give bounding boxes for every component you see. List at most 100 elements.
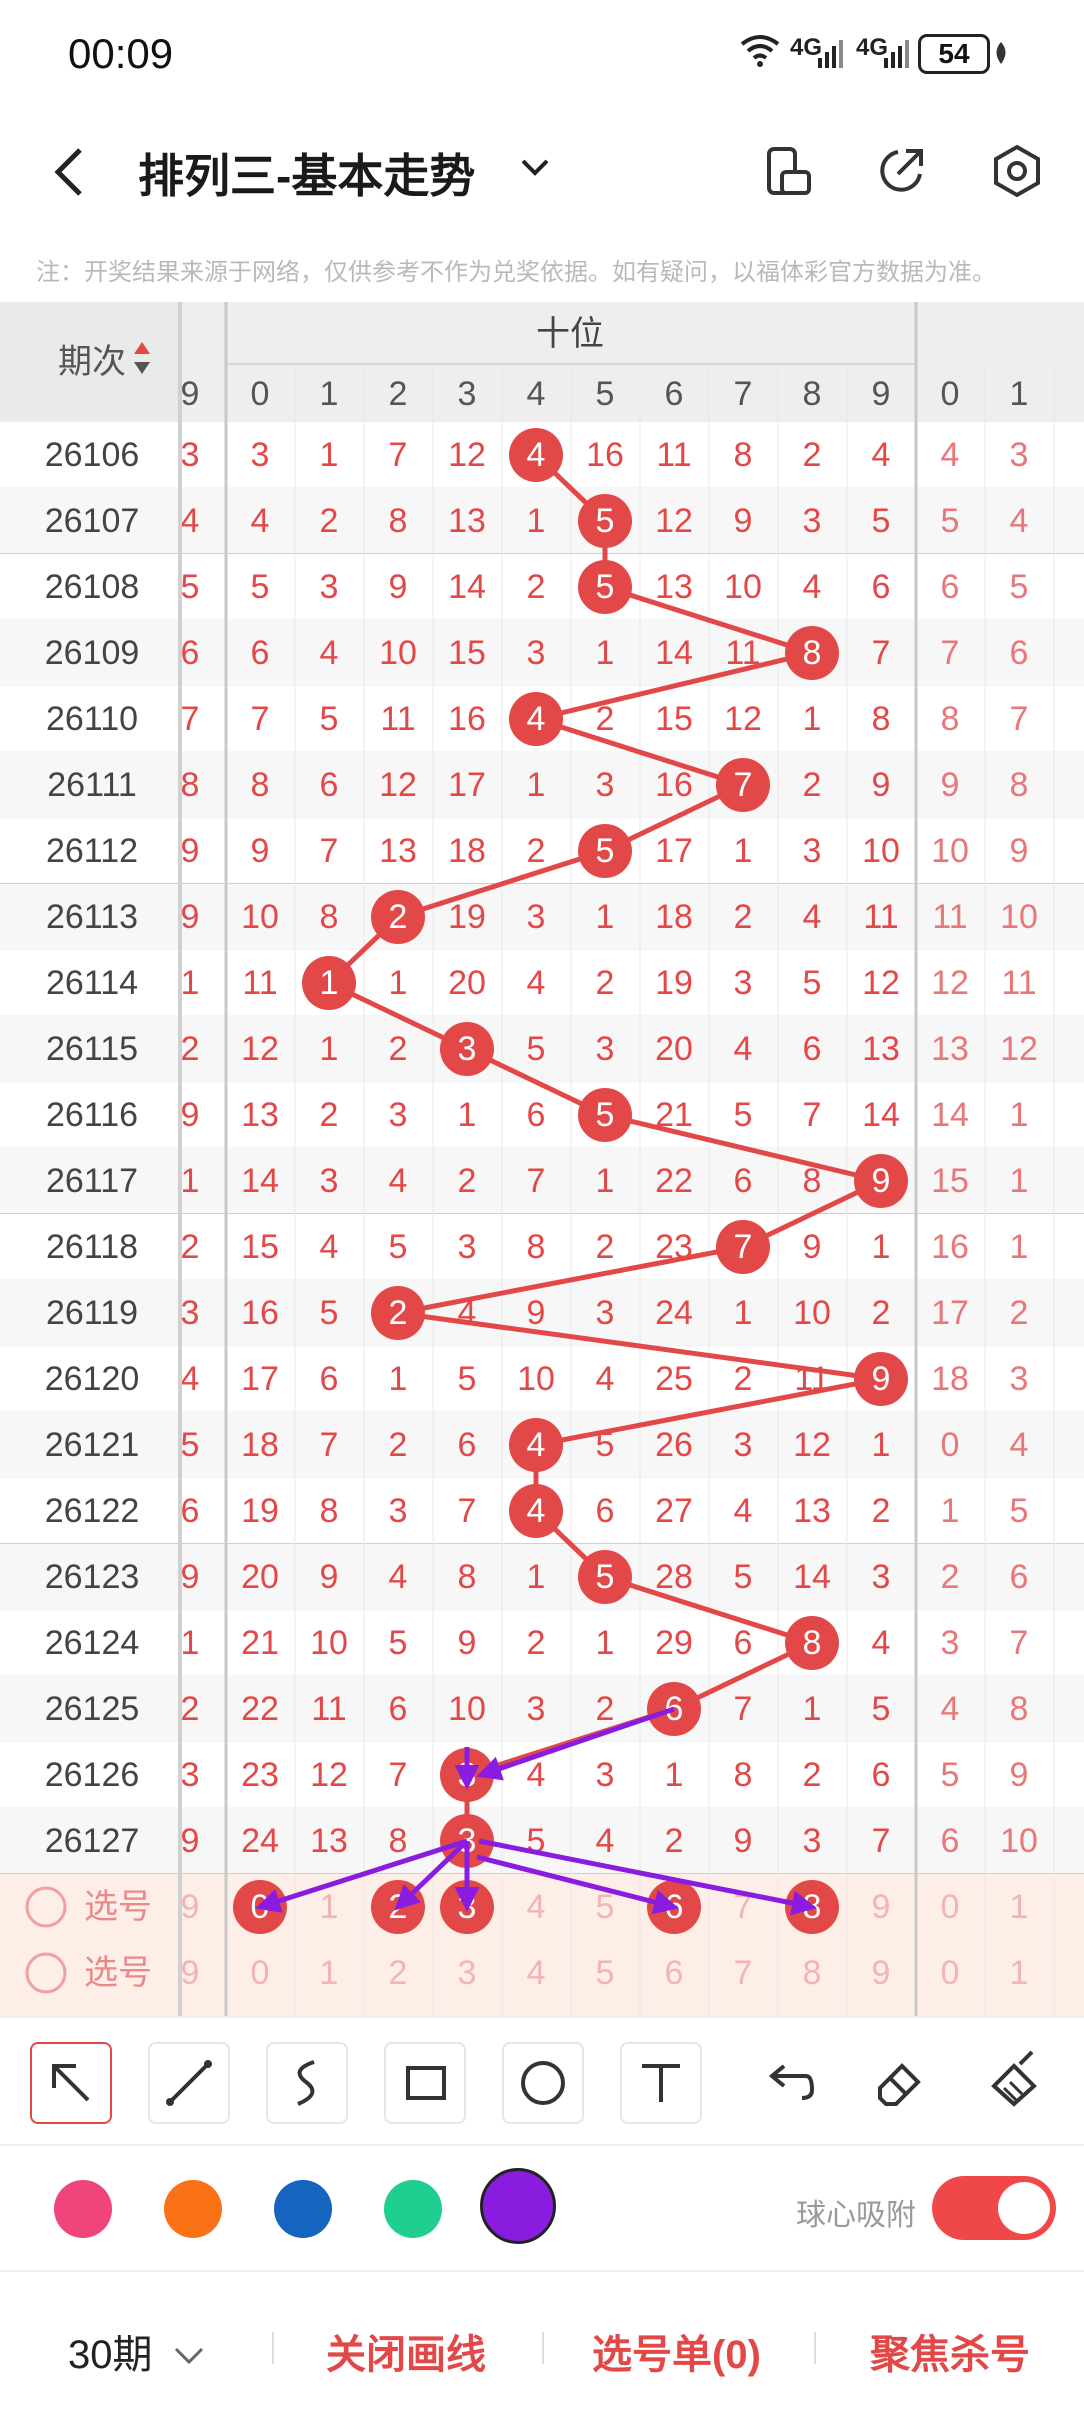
- table-cell: 14: [931, 1096, 969, 1134]
- rectangle-tool-button[interactable]: [384, 2042, 466, 2124]
- chevron-down-icon[interactable]: [520, 158, 550, 183]
- settings-icon[interactable]: [992, 144, 1042, 203]
- hit-ball: 8: [785, 626, 839, 680]
- select-cell: 1: [1010, 1954, 1029, 1992]
- color-swatch-purple-selected[interactable]: [480, 2168, 556, 2244]
- table-cell: 9: [1010, 1756, 1029, 1794]
- table-cell: 18: [241, 1426, 279, 1464]
- table-cell: 10: [931, 832, 969, 870]
- hit-ball-number: 2: [389, 1294, 408, 1332]
- table-cell: 1: [872, 1228, 891, 1266]
- table-cell: 6: [251, 634, 270, 672]
- eraser-icon[interactable]: [860, 2042, 938, 2120]
- table-cell: 6: [527, 1096, 546, 1134]
- table-cell: 1: [1010, 1162, 1029, 1200]
- table-cell: 1: [181, 1624, 200, 1662]
- line-tool-button[interactable]: [148, 2042, 230, 2124]
- table-cell: 9: [389, 568, 408, 606]
- period-selector[interactable]: 30期: [68, 2322, 206, 2380]
- table-cell: 13: [931, 1030, 969, 1068]
- select-row[interactable]: 选号9012345678901: [0, 2006, 1084, 2016]
- table-cell: 7: [389, 436, 408, 474]
- table-cell: 6: [734, 1624, 753, 1662]
- table-cell: 8: [251, 766, 270, 804]
- table-cell: 3: [389, 1492, 408, 1530]
- period-cell: 26114: [46, 964, 138, 1002]
- trend-table[interactable]: 期次十位901234567890126106331712416118244326…: [0, 302, 1084, 2016]
- table-cell: 10: [448, 1690, 486, 1728]
- period-cell: 26123: [45, 1558, 140, 1596]
- period-cell: 26106: [45, 436, 140, 474]
- table-row: 2611691323165215714141: [0, 1082, 1084, 1149]
- table-cell: 19: [448, 898, 486, 936]
- hit-ball: 4: [509, 1418, 563, 1472]
- table-cell: 2: [872, 1492, 891, 1530]
- table-cell: 3: [389, 1096, 408, 1134]
- table-cell: 2: [665, 1822, 684, 1860]
- text-tool-button[interactable]: [620, 2042, 702, 2124]
- table-cell: 1: [596, 1624, 615, 1662]
- table-cell: 0: [941, 1426, 960, 1464]
- orientation-icon[interactable]: [766, 146, 812, 201]
- share-icon[interactable]: [876, 146, 926, 201]
- table-cell: 1: [734, 1294, 753, 1332]
- table-cell: 16: [931, 1228, 969, 1266]
- table-cell: 9: [181, 832, 200, 870]
- hit-ball-number: 8: [803, 634, 822, 672]
- arrow-tool-button[interactable]: [30, 2042, 112, 2124]
- table-cell: 29: [655, 1624, 693, 1662]
- hit-ball: 9: [854, 1154, 908, 1208]
- table-cell: 1: [527, 766, 546, 804]
- table-cell: 8: [389, 1822, 408, 1860]
- color-swatch-blue[interactable]: [274, 2180, 332, 2238]
- hit-ball-number: 5: [596, 832, 615, 870]
- table-cell: 10: [310, 1624, 348, 1662]
- table-cell: 3: [734, 964, 753, 1002]
- table-cell: 2: [320, 1096, 339, 1134]
- page-title[interactable]: 排列三-基本走势: [138, 140, 475, 206]
- table-cell: 9: [181, 1558, 200, 1596]
- circle-tool-button[interactable]: [502, 2042, 584, 2124]
- table-cell: 12: [655, 502, 693, 540]
- color-swatch-orange[interactable]: [164, 2180, 222, 2238]
- table-cell: 4: [527, 964, 546, 1002]
- table-cell: 13: [310, 1822, 348, 1860]
- color-swatch-green[interactable]: [384, 2180, 442, 2238]
- hit-ball-number: 1: [320, 964, 339, 1002]
- signal-bars-icon: [818, 38, 844, 73]
- hit-ball-number: 4: [527, 1492, 546, 1530]
- hit-ball: 7: [716, 758, 770, 812]
- undo-icon[interactable]: [750, 2042, 828, 2120]
- table-row: 261241211059212968437: [0, 1610, 1084, 1677]
- table-cell: 4: [1010, 1426, 1029, 1464]
- close-lines-button[interactable]: 关闭画线: [326, 2322, 486, 2380]
- table-cell: 4: [320, 1228, 339, 1266]
- table-cell: 3: [527, 1690, 546, 1728]
- select-row[interactable]: 选号9012345678901: [0, 1874, 1084, 1940]
- table-cell: 10: [379, 634, 417, 672]
- back-icon[interactable]: [52, 146, 88, 203]
- table-cell: 19: [241, 1492, 279, 1530]
- table-cell: 9: [734, 1822, 753, 1860]
- color-swatch-pink[interactable]: [54, 2180, 112, 2238]
- hit-ball-number: 5: [596, 1096, 615, 1134]
- table-cell: 7: [389, 1756, 408, 1794]
- focus-kill-button[interactable]: 聚焦杀号: [870, 2322, 1030, 2380]
- curve-tool-button[interactable]: [266, 2042, 348, 2124]
- table-cell: 1: [389, 964, 408, 1002]
- selection-list-button[interactable]: 选号单(0): [592, 2322, 761, 2380]
- select-row[interactable]: 选号9012345678901: [0, 1940, 1084, 2006]
- table-cell: 4: [596, 1822, 615, 1860]
- clear-icon[interactable]: [976, 2042, 1054, 2120]
- table-cell: 1: [665, 1756, 684, 1794]
- table-cell: 3: [458, 1228, 477, 1266]
- table-cell: 2: [596, 964, 615, 1002]
- battery-level: 54: [918, 34, 990, 74]
- period-label: 30期: [68, 2333, 153, 2377]
- status-bar: 00:09 4G 4G 54: [0, 0, 1084, 110]
- snap-toggle[interactable]: [932, 2176, 1056, 2240]
- column-header: 9: [181, 375, 200, 413]
- table-cell: 2: [527, 568, 546, 606]
- table-cell: 3: [596, 1756, 615, 1794]
- table-cell: 9: [941, 766, 960, 804]
